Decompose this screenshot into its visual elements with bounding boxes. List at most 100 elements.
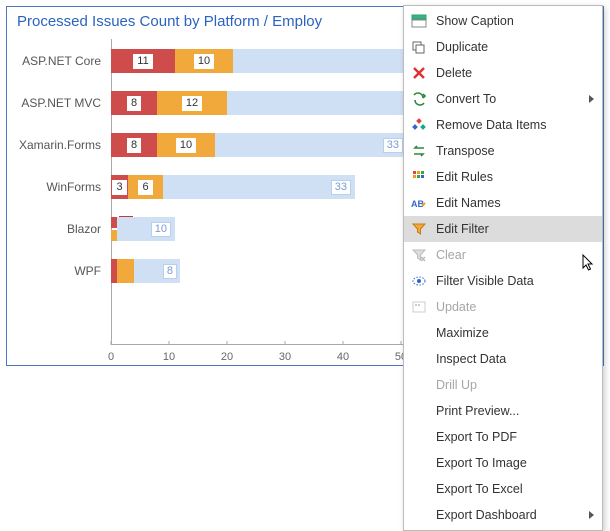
bar-value-label: 10 [151,222,171,237]
menu-remove-data-items[interactable]: Remove Data Items [404,112,602,138]
filter-icon [408,220,430,238]
menu-label: Export To Image [436,456,594,470]
x-tick [227,341,228,345]
bar-segment-s3[interactable]: 33 [215,133,407,157]
chevron-right-icon [589,511,594,519]
x-tick-label: 20 [212,351,242,363]
blank-icon [408,454,430,472]
menu-label: Update [436,300,594,314]
rules-icon [408,168,430,186]
bar-value-label: 8 [127,96,141,111]
menu-edit-rules[interactable]: Edit Rules [404,164,602,190]
menu-label: Edit Names [436,196,594,210]
menu-label: Clear [436,248,594,262]
menu-export-pdf[interactable]: Export To PDF [404,424,602,450]
transpose-icon [408,142,430,160]
menu-export-image[interactable]: Export To Image [404,450,602,476]
x-tick [285,341,286,345]
menu-edit-names[interactable]: AB Edit Names [404,190,602,216]
bar-segment-s3[interactable]: 10 [117,217,175,241]
menu-label: Edit Rules [436,170,594,184]
menu-export-excel[interactable]: Export To Excel [404,476,602,502]
bar-value-label: 10 [176,138,196,153]
convert-icon [408,90,430,108]
bar-segment-s1[interactable]: 3 [111,175,128,199]
menu-label: Convert To [436,92,589,106]
menu-filter-visible-data[interactable]: Filter Visible Data [404,268,602,294]
svg-text:AB: AB [411,199,424,209]
x-tick-label: 10 [154,351,184,363]
context-menu: Show Caption Duplicate Delete Convert To… [403,5,603,531]
blank-icon [408,402,430,420]
menu-delete[interactable]: Delete [404,60,602,86]
menu-edit-filter[interactable]: Edit Filter [404,216,602,242]
x-tick-label: 40 [328,351,358,363]
menu-label: Export Dashboard [436,508,589,522]
menu-label: Filter Visible Data [436,274,594,288]
category-label: ASP.NET MVC [7,89,105,117]
bar-value-label: 33 [383,138,403,153]
bar-value-label: 3 [112,180,126,195]
category-label: WPF [7,257,105,285]
menu-export-dashboard[interactable]: Export Dashboard [404,502,602,528]
bar-value-label: 10 [194,54,214,69]
blank-icon [408,428,430,446]
menu-maximize[interactable]: Maximize [404,320,602,346]
update-icon [408,298,430,316]
menu-drill-up: Drill Up [404,372,602,398]
blank-icon [408,324,430,342]
bar-value-label: 8 [127,138,141,153]
menu-label: Maximize [436,326,594,340]
chevron-right-icon [589,95,594,103]
menu-show-caption[interactable]: Show Caption [404,8,602,34]
menu-convert-to[interactable]: Convert To [404,86,602,112]
menu-transpose[interactable]: Transpose [404,138,602,164]
menu-label: Duplicate [436,40,594,54]
bar-segment-s1[interactable]: 8 [111,91,157,115]
menu-print-preview[interactable]: Print Preview... [404,398,602,424]
blank-icon [408,480,430,498]
menu-label: Delete [436,66,594,80]
menu-label: Export To Excel [436,482,594,496]
bar-segment-s3[interactable]: 8 [134,259,180,283]
menu-label: Edit Filter [436,222,594,236]
bar-segment-s2[interactable]: 12 [157,91,227,115]
blank-icon [408,350,430,368]
bar-segment-s2[interactable] [117,259,134,283]
bar-segment-s1[interactable]: 11 [111,49,175,73]
blank-icon [408,506,430,524]
x-tick [169,341,170,345]
menu-label: Remove Data Items [436,118,594,132]
x-tick-label: 0 [96,351,126,363]
menu-label: Print Preview... [436,404,594,418]
edit-names-icon: AB [408,194,430,212]
menu-label: Drill Up [436,378,594,392]
bar-segment-s1[interactable]: 8 [111,133,157,157]
x-tick [401,341,402,345]
bar-segment-s2[interactable]: 10 [157,133,215,157]
bar-segment-s3[interactable]: 33 [163,175,355,199]
x-tick-label: 30 [270,351,300,363]
caption-icon [408,12,430,30]
bar-value-label: 6 [138,180,152,195]
x-tick [343,341,344,345]
menu-inspect-data[interactable]: Inspect Data [404,346,602,372]
menu-duplicate[interactable]: Duplicate [404,34,602,60]
bar-segment-s2[interactable]: 6 [128,175,163,199]
bar-value-label: 11 [133,54,152,69]
x-tick [111,341,112,345]
category-label: Blazor [7,215,105,243]
category-label: ASP.NET Core [7,47,105,75]
menu-clear: Clear [404,242,602,268]
menu-update: Update [404,294,602,320]
bar-segment-s2[interactable]: 10 [175,49,233,73]
delete-icon [408,64,430,82]
menu-label: Show Caption [436,14,594,28]
bar-value-label: 33 [331,180,351,195]
menu-label: Transpose [436,144,594,158]
bar-value-label: 8 [163,264,177,279]
blank-icon [408,376,430,394]
duplicate-icon [408,38,430,56]
menu-label: Export To PDF [436,430,594,444]
menu-label: Inspect Data [436,352,594,366]
